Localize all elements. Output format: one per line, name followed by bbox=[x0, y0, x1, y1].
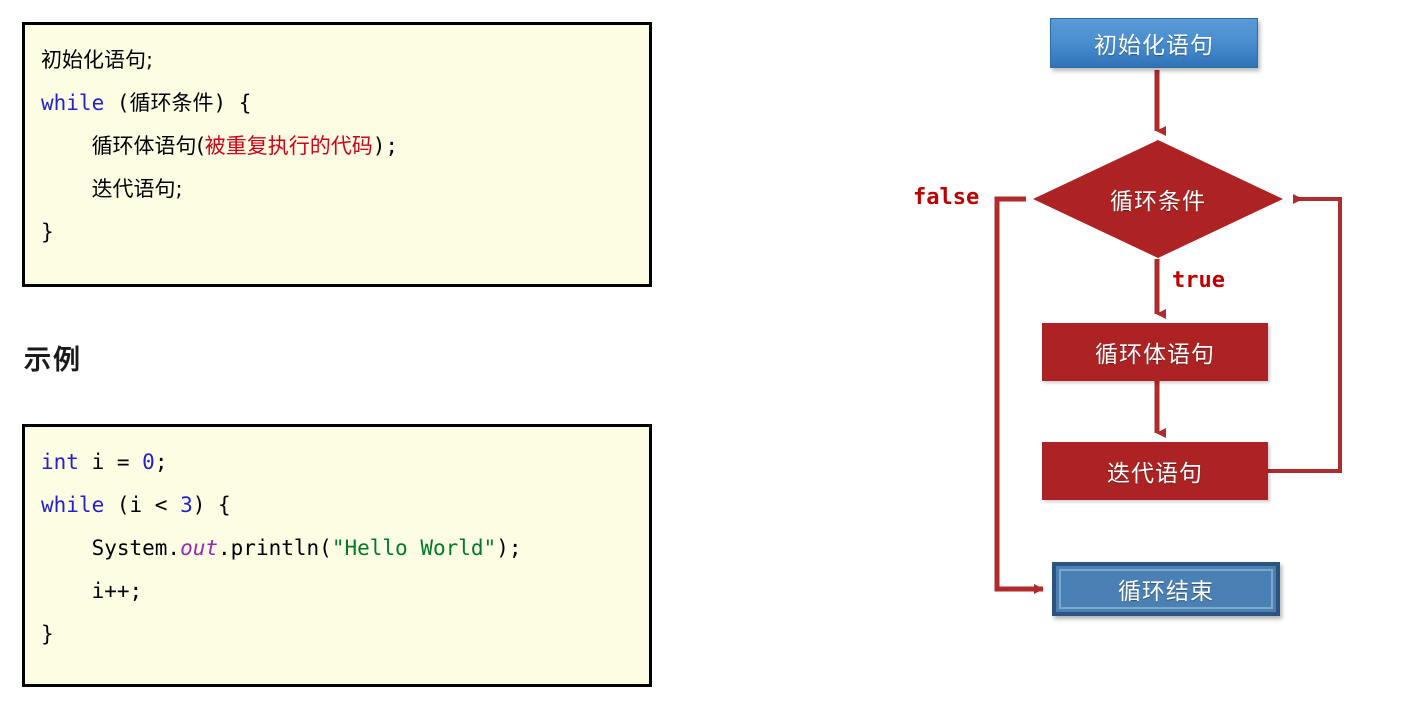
flow-node-start-label: 初始化语句 bbox=[1094, 33, 1214, 59]
code-line: while (i < 3) { bbox=[41, 484, 633, 527]
code-line: } bbox=[41, 613, 633, 656]
code-token: "Hello World" bbox=[331, 536, 497, 560]
flow-node-loop-body-label: 循环体语句 bbox=[1095, 342, 1215, 368]
flow-node-iterate-label: 迭代语句 bbox=[1107, 461, 1203, 487]
code-line: System.out.println("Hello World"); bbox=[41, 527, 633, 570]
code-token: int bbox=[41, 450, 79, 474]
while-syntax-code-block: 初始化语句; while (循环条件) {循环体语句(被重复执行的代码); 迭代语句… bbox=[22, 22, 652, 287]
code-token: 被重复执行的代码 bbox=[204, 134, 373, 158]
edge-label-false: false bbox=[913, 185, 980, 210]
code-token: while bbox=[41, 91, 105, 115]
example-heading: 示例 bbox=[24, 345, 82, 376]
code-token: } bbox=[41, 622, 54, 646]
code-token: ( bbox=[104, 91, 130, 115]
code-line: i++; bbox=[41, 570, 633, 613]
while-example-code-block: int i = 0; while (i < 3) {System.out.prin… bbox=[22, 424, 652, 687]
code-token: i++; bbox=[91, 579, 143, 603]
code-token: out bbox=[180, 536, 219, 560]
code-token: 0 bbox=[142, 450, 155, 474]
flow-node-loop-body: 循环体语句 bbox=[1042, 323, 1268, 381]
code-line: while (循环条件) { bbox=[41, 82, 633, 125]
code-token: (i < bbox=[104, 493, 181, 517]
code-token: 循环条件 bbox=[129, 91, 214, 115]
code-token: ; bbox=[154, 450, 168, 474]
code-token: ) { bbox=[192, 493, 231, 517]
edge-label-true: true bbox=[1172, 268, 1225, 293]
code-token: ) { bbox=[213, 91, 252, 115]
code-line: 循环体语句(被重复执行的代码); bbox=[41, 125, 633, 168]
flow-node-end-label: 循环结束 bbox=[1118, 579, 1214, 605]
flow-node-end: 循环结束 bbox=[1052, 562, 1280, 616]
code-token: } bbox=[41, 220, 54, 244]
flow-node-condition: 循环条件 bbox=[1033, 140, 1283, 258]
code-token: while bbox=[41, 493, 105, 517]
code-line: 迭代语句; bbox=[41, 168, 633, 211]
code-token: System. bbox=[91, 536, 181, 560]
code-token: .println( bbox=[218, 536, 332, 560]
code-token: ); bbox=[496, 536, 522, 560]
code-token: 循环体语句( bbox=[91, 134, 205, 158]
code-token: 3 bbox=[180, 493, 193, 517]
code-token: 迭代语句; bbox=[91, 177, 183, 201]
code-line: } bbox=[41, 211, 633, 254]
while-loop-flowchart: 初始化语句 循环条件 循环体语句 迭代语句 循环结束 false true bbox=[880, 0, 1413, 711]
code-line: 初始化语句; bbox=[41, 39, 633, 82]
code-token: ); bbox=[372, 134, 399, 158]
flow-node-start: 初始化语句 bbox=[1050, 18, 1258, 68]
code-token: 初始化语句; bbox=[41, 48, 154, 72]
flow-node-iterate: 迭代语句 bbox=[1042, 442, 1268, 500]
code-line: int i = 0; bbox=[41, 441, 633, 484]
flow-node-condition-label: 循环条件 bbox=[1110, 189, 1206, 215]
code-token: i = bbox=[78, 450, 143, 474]
